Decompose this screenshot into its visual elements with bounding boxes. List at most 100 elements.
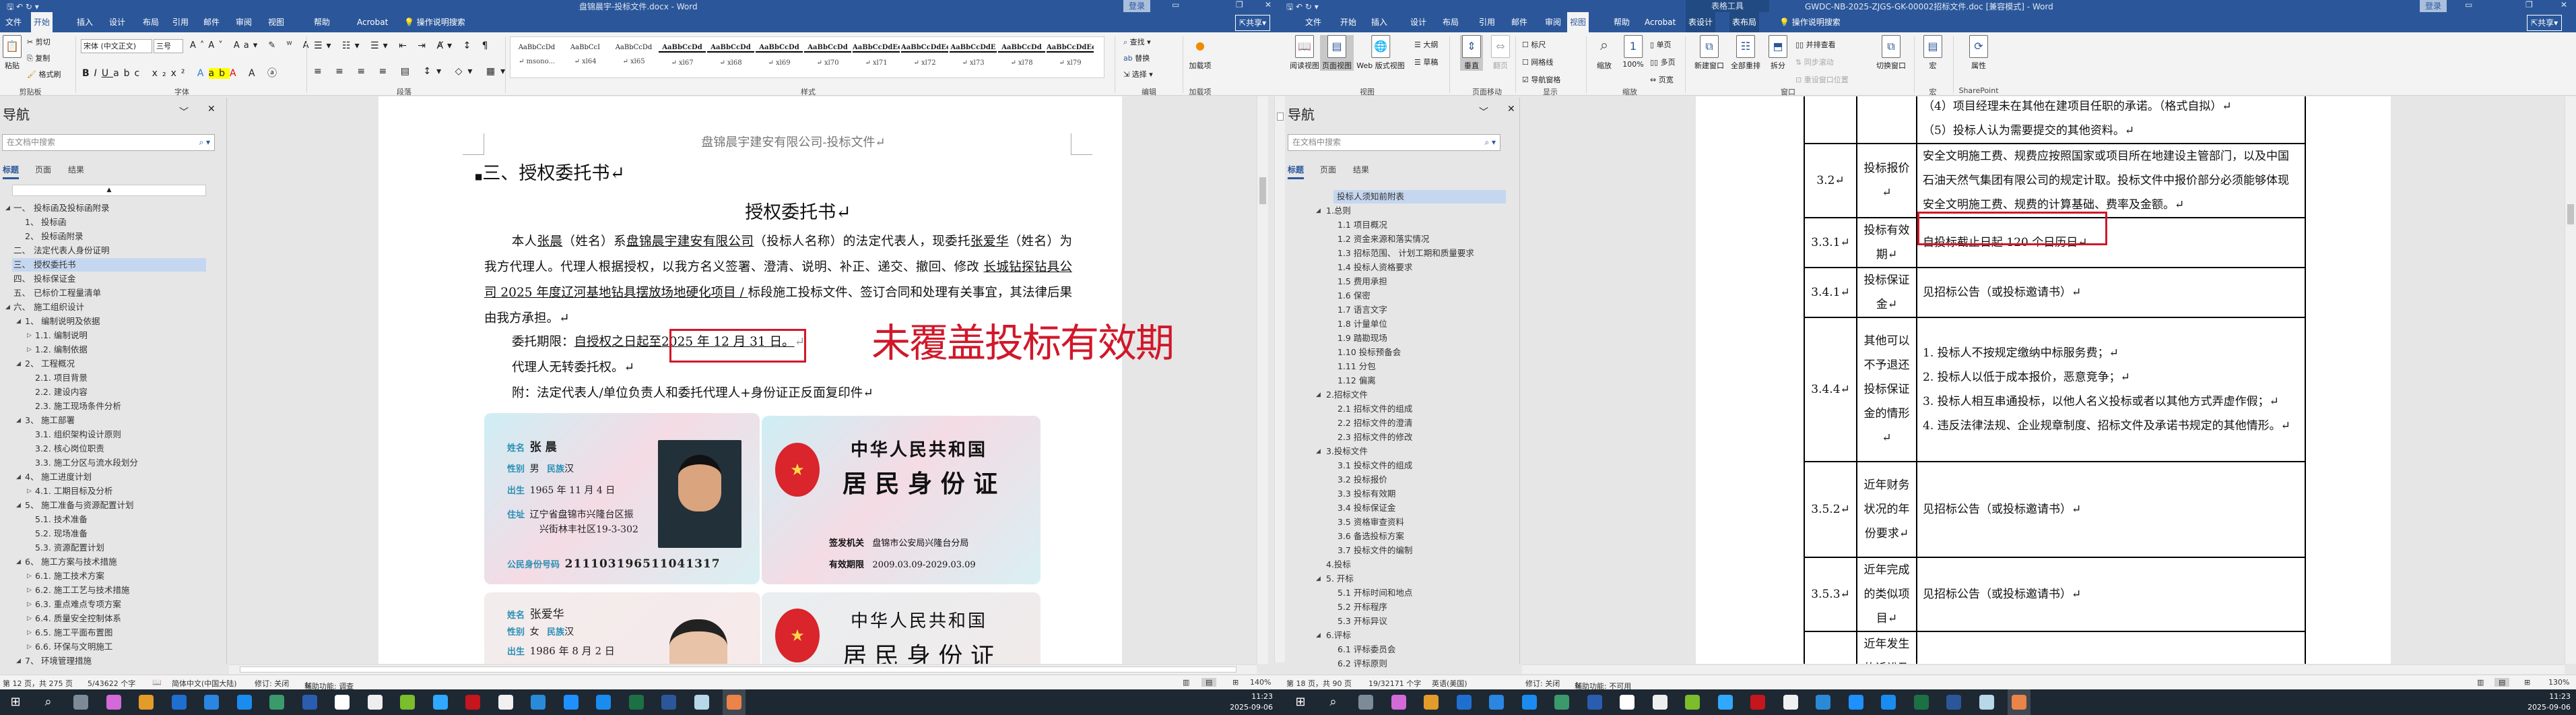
nav-heading-item[interactable]: 1.1 项目概况 (1337, 218, 1387, 232)
search-icon[interactable]: ⌕ (41, 695, 56, 710)
print-layout-icon[interactable]: ▤ (2495, 678, 2510, 687)
nav-heading-item[interactable]: 6、 施工方案与技术措施 (25, 555, 117, 569)
nav-heading-item[interactable]: 六、 施工组织设计 (13, 301, 84, 314)
collapse-up-button[interactable]: ▲ (12, 185, 206, 196)
nav-heading-item[interactable]: 4.1. 工期目标及分析 (35, 485, 112, 498)
nav-heading-item[interactable]: 1.10 投标预备会 (1337, 346, 1401, 359)
nav-heading-item[interactable]: 3.投标文件 (1326, 445, 1368, 458)
style-item[interactable]: AaBbCcDd ↵ xl68 (707, 40, 754, 75)
share-button[interactable]: ⇱共享▾ (1235, 15, 1271, 31)
nav-search-input[interactable]: 在文档中搜索 ⌕ ▾ (1288, 134, 1500, 151)
nav-heading-item[interactable]: 3.2 投标报价 (1337, 473, 1387, 487)
nav-heading-item[interactable]: 3.3. 施工分区与流水段划分 (35, 456, 138, 470)
vertical-scrollbar[interactable] (1257, 96, 1268, 664)
nav-heading-item[interactable]: 5.1 开标时间和地点 (1337, 586, 1412, 600)
properties-button[interactable]: ⟳ 属性 (1969, 35, 1988, 71)
style-item[interactable]: AaBbCcDd ↵ xl78 (998, 40, 1045, 75)
addins-button[interactable]: ● 加载项 (1189, 35, 1212, 71)
nav-heading-item[interactable]: 6.3. 重点难点专项方案 (35, 598, 121, 611)
switch-windows-button[interactable]: ⧉ 切换窗口 (1876, 35, 1906, 71)
collapse-triangle-icon[interactable]: ◢ (1316, 204, 1321, 218)
network-app-icon[interactable] (302, 695, 317, 710)
nav-heading-item[interactable]: 3.6 备选投标方案 (1337, 530, 1404, 543)
print-layout-button[interactable]: ▤ 页面视图 (1320, 35, 1354, 71)
track-changes[interactable]: 修订: 关闭 (1525, 678, 1560, 689)
expand-triangle-icon[interactable]: ▷ (27, 485, 32, 498)
nav-heading-item[interactable]: 2.1. 项目背景 (35, 371, 88, 385)
login-button[interactable]: 登录 (1123, 0, 1151, 12)
nav-heading-item[interactable]: 1.3 招标范围、 计划工期和质量要求 (1337, 247, 1474, 260)
style-item[interactable]: AaBbCcDd ↵ xl67 (659, 40, 706, 75)
style-item[interactable]: AaBbCcDdE ↵ xl73 (950, 40, 997, 75)
tab-4[interactable]: 布局 (140, 12, 162, 32)
nav-heading-item[interactable]: 1.2 资金来源和落实情况 (1337, 232, 1429, 246)
nav-heading-item[interactable]: 2、 工程概况 (25, 357, 75, 371)
collapse-triangle-icon[interactable]: ◢ (1316, 445, 1321, 458)
tab-4[interactable]: 布局 (1440, 12, 1461, 32)
tab-8[interactable]: 视图 (265, 12, 287, 32)
nav-heading-item[interactable]: 3.5 资格审查资料 (1337, 516, 1404, 529)
style-item[interactable]: AaBbCcDd ↵ xl65 (610, 40, 657, 75)
excel-icon[interactable] (628, 695, 644, 710)
tab-6[interactable]: 邮件 (1509, 12, 1530, 32)
collapse-triangle-icon[interactable]: ◢ (1316, 572, 1321, 586)
nav-tab-headings[interactable]: 标题 (1288, 164, 1304, 179)
web-layout-icon[interactable]: ⊞ (2524, 678, 2530, 687)
nav-heading-item[interactable]: 1.1. 编制说明 (35, 329, 88, 342)
tab-12[interactable]: 表布局 (1729, 12, 1760, 32)
tab-5[interactable]: 引用 (1476, 12, 1498, 32)
reset-window-position-button[interactable]: ⊡ 重设窗口位置 (1795, 74, 1849, 85)
vertical-scrollbar[interactable] (2565, 96, 2576, 664)
proofing-icon[interactable]: 📖 (152, 678, 162, 687)
format-painter-button[interactable]: 🖌 格式刷 (27, 69, 61, 80)
clock[interactable]: 11:23 2025-09-06 (2522, 691, 2571, 713)
web-layout-icon[interactable]: ⊞ (1232, 678, 1239, 687)
find-button[interactable]: ⌕ 查找 ▾ (1123, 36, 1151, 47)
nav-heading-item[interactable]: 3.3 投标有效期 (1337, 487, 1395, 501)
font-format-buttons[interactable]: BIUabc x₂x² AabA A ⓐ (82, 66, 282, 80)
nav-heading-item[interactable]: 1.7 语言文字 (1337, 303, 1387, 317)
nav-heading-item[interactable]: 1、 编制说明及依据 (25, 315, 100, 328)
nav-tab-pages[interactable]: 页面 (1320, 164, 1336, 175)
expand-triangle-icon[interactable]: ▷ (27, 569, 32, 583)
nav-search-input[interactable]: 在文档中搜索 ⌕ ▾ (2, 134, 215, 151)
nav-heading-item[interactable]: 6.2. 施工工艺与技术措施 (35, 584, 129, 597)
chevron-down-icon[interactable]: ﹀ (1479, 105, 1488, 119)
blue-dots-icon[interactable] (1456, 695, 1472, 710)
expand-triangle-icon[interactable]: ▷ (27, 626, 32, 640)
network-app-icon[interactable] (1587, 695, 1602, 710)
outline-button[interactable]: ☰ 大纲 (1414, 39, 1438, 50)
blue-dots-icon[interactable] (171, 695, 187, 710)
nav-heading-item[interactable]: 6.2 评标原则 (1337, 657, 1387, 671)
cut-button[interactable]: ✂ 剪切 (27, 36, 51, 47)
print-layout-icon[interactable]: ▤ (1201, 678, 1217, 687)
horizontal-scrollbar[interactable] (1522, 664, 2565, 674)
color-app-icon[interactable] (106, 695, 121, 710)
nav-heading-item[interactable]: 二、 法定代表人身份证明 (13, 244, 110, 257)
calculator-icon[interactable] (1358, 695, 1373, 710)
nav-heading-item[interactable]: 投标人须知前附表 (1333, 190, 1506, 204)
tab-11[interactable]: 表设计 (1686, 12, 1716, 32)
qq-icon[interactable] (498, 695, 513, 710)
page-count[interactable]: 第 18 页，共 90 页 (1286, 678, 1352, 689)
style-item[interactable]: AaBbCcDd ↵ xl70 (804, 40, 851, 75)
track-changes[interactable]: 修订: 关闭 (255, 678, 289, 689)
collapse-triangle-icon[interactable]: ◢ (16, 470, 21, 484)
sync-scroll-button[interactable]: ⇅ 同步滚动 (1795, 57, 1834, 67)
word-count[interactable]: 19/32171 个字 (1368, 678, 1421, 689)
login-button[interactable]: 登录 (2420, 0, 2447, 12)
tab-9[interactable]: 帮助 (311, 12, 333, 32)
tab-2[interactable]: 插入 (1368, 12, 1390, 32)
multiple-pages-button[interactable]: ▯▯ 多页 (1650, 57, 1676, 67)
tab-0[interactable]: 文件 (3, 12, 24, 32)
nav-heading-item[interactable]: 6.5. 施工平面布置图 (35, 626, 112, 640)
acrobat-icon[interactable] (1750, 695, 1765, 710)
nav-heading-item[interactable]: 1、 投标函 (25, 216, 67, 229)
nav-heading-item[interactable]: 2、 投标函附录 (25, 230, 84, 243)
calculator-icon[interactable] (73, 695, 88, 710)
dark-app-icon[interactable] (1554, 695, 1569, 710)
list-buttons[interactable]: ☰▾ ☷▾ ☰▾ ⇤ ⇥ Ⱥ▾ ↕ ¶ (314, 40, 492, 51)
nav-heading-item[interactable]: 2.2. 建设内容 (35, 385, 88, 399)
nav-heading-item[interactable]: 4.投标 (1326, 558, 1351, 571)
nav-heading-item[interactable]: 5.3 开标异议 (1337, 615, 1387, 628)
